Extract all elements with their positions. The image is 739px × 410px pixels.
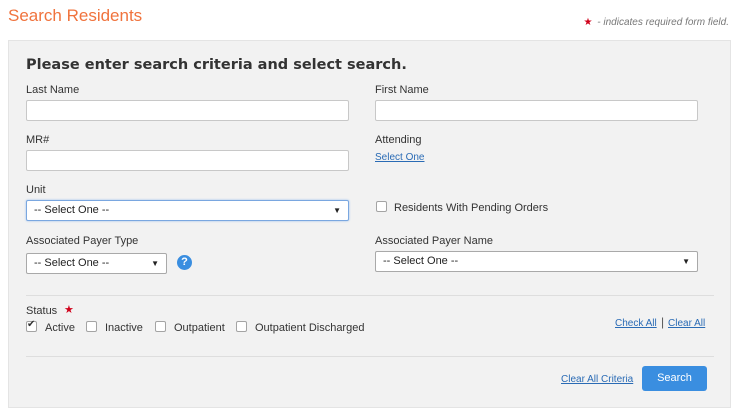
last-name-label: Last Name	[26, 84, 80, 96]
form-heading: Please enter search criteria and select …	[26, 57, 407, 73]
required-field-note: ★ - indicates required form field.	[584, 17, 729, 28]
required-note-text: - indicates required form field.	[597, 17, 729, 28]
payer-name-selected-value: -- Select One --	[383, 255, 459, 267]
payer-name-select[interactable]: -- Select One -- ▼	[375, 251, 698, 272]
dropdown-arrow-icon: ▼	[682, 257, 690, 266]
clear-all-link[interactable]: Clear All	[668, 318, 705, 329]
status-label: Status	[26, 305, 58, 317]
section-divider	[26, 356, 714, 357]
status-active-checkbox[interactable]	[26, 319, 37, 332]
status-inactive-checkbox[interactable]	[86, 321, 97, 332]
search-form-panel: Please enter search criteria and select …	[8, 40, 731, 408]
dropdown-arrow-icon: ▼	[333, 206, 341, 215]
first-name-label: First Name	[375, 84, 429, 96]
required-star-icon: ★	[64, 304, 74, 316]
search-button[interactable]: Search	[642, 366, 707, 391]
attending-label: Attending	[375, 134, 422, 146]
clear-all-criteria-link[interactable]: Clear All Criteria	[561, 374, 633, 385]
dropdown-arrow-icon: ▼	[151, 259, 159, 268]
status-active-label: Active	[45, 322, 75, 334]
status-outpatient-label: Outpatient	[174, 322, 225, 334]
check-all-link[interactable]: Check All	[615, 318, 657, 329]
payer-type-label: Associated Payer Type	[26, 235, 139, 247]
mr-input[interactable]	[26, 150, 349, 171]
help-icon[interactable]: ?	[177, 255, 192, 270]
pending-orders-label: Residents With Pending Orders	[394, 202, 549, 214]
unit-label: Unit	[26, 184, 46, 196]
required-star-icon: ★	[583, 17, 593, 28]
attending-select-link[interactable]: Select One	[375, 152, 424, 163]
link-separator: |	[661, 315, 665, 329]
unit-selected-value: -- Select One --	[34, 204, 110, 216]
status-outpatient-discharged-checkbox[interactable]	[236, 321, 247, 332]
status-outpatient-discharged-label: Outpatient Discharged	[255, 322, 365, 334]
last-name-input[interactable]	[26, 100, 349, 121]
status-inactive-label: Inactive	[105, 322, 143, 334]
status-outpatient-checkbox[interactable]	[155, 321, 166, 332]
page-title: Search Residents	[8, 6, 143, 25]
top-bar: Search Residents ★ - indicates required …	[0, 0, 739, 32]
unit-select[interactable]: -- Select One -- ▼	[26, 200, 349, 221]
section-divider	[26, 295, 714, 296]
first-name-input[interactable]	[375, 100, 698, 121]
payer-type-select[interactable]: -- Select One -- ▼	[26, 253, 167, 274]
payer-type-selected-value: -- Select One --	[34, 257, 110, 269]
mr-label: MR#	[26, 134, 50, 146]
payer-name-label: Associated Payer Name	[375, 235, 493, 247]
pending-orders-checkbox[interactable]	[376, 201, 387, 212]
